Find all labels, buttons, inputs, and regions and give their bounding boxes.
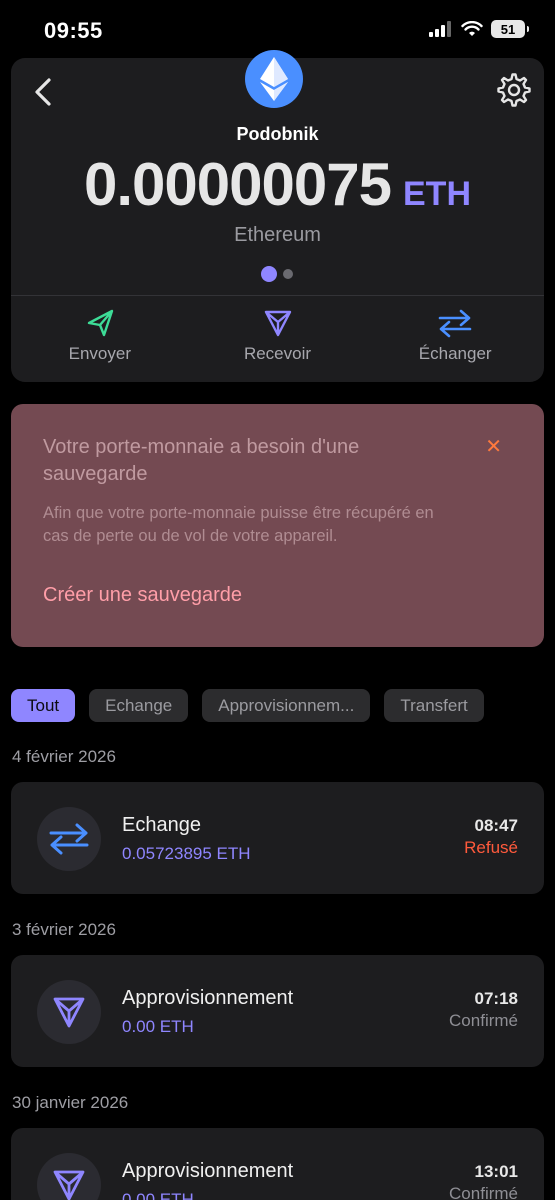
- back-button[interactable]: [25, 74, 61, 110]
- transaction-time: 07:18: [474, 989, 518, 1008]
- page-dot-active: [261, 266, 277, 282]
- transaction-time: 13:01: [474, 1162, 518, 1181]
- transaction-status: Confirmé: [449, 1011, 518, 1030]
- transaction-amount: 0.05723895 ETH: [122, 844, 251, 863]
- balance-amount: 0.00000075: [84, 151, 392, 218]
- transaction-status: Confirmé: [449, 1184, 518, 1200]
- date-header: 4 février 2026: [12, 747, 116, 766]
- transaction-row[interactable]: Approvisionnement 0.00 ETH 13:01 Confirm…: [11, 1128, 544, 1200]
- page-dot: [283, 269, 293, 279]
- chevron-left-icon: [35, 78, 51, 106]
- wifi-icon: [461, 21, 483, 36]
- wallet-card: Podobnik 0.00000075 ETH Ethereum Envoyer…: [11, 50, 544, 382]
- filter-chip-exchange[interactable]: Echange: [89, 689, 189, 722]
- send-label: Envoyer: [68, 344, 132, 363]
- swap-icon: [438, 309, 472, 338]
- divider: [11, 295, 544, 296]
- status-icons: 51: [429, 20, 529, 38]
- transaction-title: Approvisionnement: [122, 1160, 294, 1182]
- transaction-status: Refusé: [464, 838, 518, 857]
- date-header: 30 janvier 2026: [12, 1093, 129, 1112]
- transaction-amount: 0.00 ETH: [122, 1190, 194, 1200]
- wallet-name: Podobnik: [236, 124, 319, 144]
- transaction-title: Approvisionnement: [122, 987, 294, 1009]
- settings-button[interactable]: [494, 70, 534, 110]
- status-time: 09:55: [44, 18, 103, 43]
- balance-ticker: ETH: [403, 175, 471, 213]
- swap-icon: [37, 807, 101, 871]
- receive-icon: [37, 980, 101, 1044]
- transaction-title: Echange: [122, 814, 201, 836]
- close-icon[interactable]: ✕: [485, 434, 502, 459]
- transaction-row[interactable]: Approvisionnement 0.00 ETH 07:18 Confirm…: [11, 955, 544, 1067]
- transaction-row[interactable]: Echange 0.05723895 ETH 08:47 Refusé: [11, 782, 544, 894]
- backup-title: Votre porte-monnaie a besoin d'une sauve…: [43, 436, 360, 485]
- receive-icon: [264, 310, 291, 337]
- filter-chip-transfer[interactable]: Transfert: [384, 689, 484, 722]
- battery-icon: 51: [491, 20, 529, 38]
- transaction-time: 08:47: [474, 816, 518, 835]
- network-name: Ethereum: [234, 224, 321, 246]
- create-backup-link[interactable]: Créer une sauvegarde: [43, 584, 242, 607]
- balance-row: 0.00000075 ETH: [11, 150, 544, 219]
- swap-label: Échanger: [418, 344, 492, 363]
- wallet-actions: Envoyer Recevoir Échanger: [11, 308, 544, 372]
- ethereum-logo-icon: [245, 50, 303, 108]
- backup-description: Afin que votre porte-monnaie puisse être…: [43, 504, 434, 545]
- send-button[interactable]: Envoyer: [11, 308, 189, 372]
- filter-chip-funding[interactable]: Approvisionnem...: [202, 689, 371, 722]
- send-icon: [87, 309, 114, 337]
- swap-button[interactable]: Échanger: [366, 308, 544, 372]
- transaction-filters: Tout Echange Approvisionnem... Transfert: [11, 689, 484, 722]
- receive-label: Recevoir: [243, 344, 312, 363]
- gear-icon: [497, 73, 531, 107]
- receive-icon: [37, 1153, 101, 1200]
- receive-button[interactable]: Recevoir: [189, 308, 367, 372]
- cellular-signal-icon: [429, 21, 451, 37]
- backup-warning-card: Votre porte-monnaie a besoin d'une sauve…: [11, 404, 544, 647]
- transaction-amount: 0.00 ETH: [122, 1017, 194, 1036]
- filter-chip-all[interactable]: Tout: [11, 689, 76, 722]
- page-indicator[interactable]: [261, 266, 293, 282]
- date-header: 3 février 2026: [12, 920, 116, 939]
